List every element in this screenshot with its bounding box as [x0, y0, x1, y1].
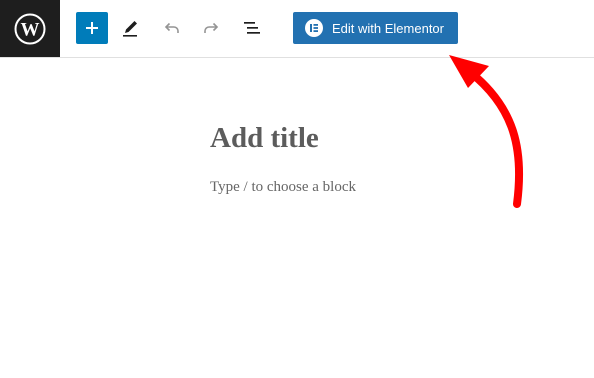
add-block-button[interactable] [76, 12, 108, 44]
block-appender[interactable]: Type / to choose a block [210, 179, 356, 196]
edit-with-elementor-button[interactable]: Edit with Elementor [293, 12, 458, 44]
wordpress-logo-icon: W [14, 13, 46, 44]
editor-toolbar: W Edit with Elementor [0, 0, 594, 58]
wordpress-logo-button[interactable]: W [0, 0, 60, 57]
document-overview-button[interactable] [236, 12, 268, 44]
undo-icon [164, 22, 179, 33]
svg-text:W: W [21, 19, 40, 40]
pencil-icon [123, 21, 137, 37]
undo-button[interactable] [156, 12, 188, 44]
plus-icon [86, 22, 98, 34]
tools-button[interactable] [114, 12, 146, 44]
elementor-icon [305, 19, 323, 37]
redo-icon [204, 22, 219, 33]
edit-with-elementor-label: Edit with Elementor [332, 20, 444, 36]
redo-button[interactable] [195, 12, 227, 44]
post-title-input[interactable]: Add title [210, 122, 319, 155]
list-view-icon [244, 22, 260, 34]
